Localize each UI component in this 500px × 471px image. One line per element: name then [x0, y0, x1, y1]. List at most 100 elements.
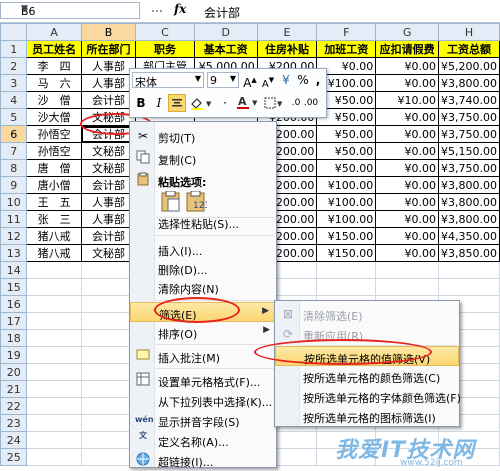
cell[interactable]: ¥50.00: [316, 142, 377, 160]
cell[interactable]: 唐小僧: [26, 176, 82, 194]
cell[interactable]: ¥100.00: [316, 193, 377, 211]
cell[interactable]: [80, 295, 137, 313]
cell[interactable]: 张 三: [26, 210, 82, 228]
cell[interactable]: 基本工资: [193, 40, 258, 58]
cell[interactable]: 孙悟空: [26, 142, 82, 160]
column-header[interactable]: F: [316, 23, 377, 41]
cell[interactable]: [316, 261, 377, 279]
row-header[interactable]: 23: [0, 414, 28, 432]
name-box[interactable]: B6 ▼: [0, 2, 140, 19]
menu-item-pick-list[interactable]: 从下拉列表中选择(K)...: [130, 390, 276, 410]
submenu-item-filter-by-font-color[interactable]: 按所选单元格的字体颜色筛选(F): [275, 386, 461, 406]
cell[interactable]: 王 五: [26, 193, 82, 211]
row-header[interactable]: 14: [0, 261, 28, 279]
cell[interactable]: 住房补贴: [256, 40, 318, 58]
cell[interactable]: 唐 僧: [26, 159, 82, 177]
submenu-item-clear-filter[interactable]: ⊠ 清除筛选(E): [275, 304, 459, 324]
column-header[interactable]: D: [193, 23, 258, 41]
cell[interactable]: ¥0.00: [375, 244, 439, 262]
cell[interactable]: ¥0.00: [375, 108, 439, 126]
cell[interactable]: 应扣请假费: [375, 40, 439, 58]
cell[interactable]: [26, 329, 82, 347]
column-header[interactable]: C: [135, 23, 195, 41]
cell[interactable]: [80, 380, 137, 398]
cell[interactable]: [80, 346, 137, 364]
cell[interactable]: ¥50.00: [316, 125, 377, 143]
cell[interactable]: 人事部: [80, 74, 137, 92]
row-header[interactable]: 21: [0, 380, 28, 398]
cell[interactable]: [26, 431, 82, 449]
cell[interactable]: 人事部: [80, 57, 137, 75]
cell[interactable]: ¥0.00: [375, 125, 439, 143]
cell[interactable]: 工资总额: [437, 40, 500, 58]
borders-icon[interactable]: ▼: [262, 94, 286, 112]
comma-style-icon[interactable]: ,: [309, 71, 327, 89]
cell[interactable]: [26, 414, 82, 432]
center-align-icon[interactable]: [168, 94, 186, 112]
font-size-box[interactable]: 9 ▼: [207, 72, 239, 88]
cell[interactable]: [26, 278, 82, 296]
cell[interactable]: ¥150.00: [316, 244, 377, 262]
cell[interactable]: [80, 414, 137, 432]
cell[interactable]: ¥5,200.00: [437, 57, 500, 75]
menu-item-format-cells[interactable]: 设置单元格格式(F)...: [130, 370, 276, 390]
cell[interactable]: 文秘部: [80, 159, 137, 177]
cell[interactable]: ¥3,750.00: [437, 159, 500, 177]
cell[interactable]: [316, 278, 377, 296]
cell[interactable]: [26, 346, 82, 364]
cell[interactable]: [80, 261, 137, 279]
menu-item-hyperlink[interactable]: 超链接(I)...: [130, 450, 276, 470]
cell[interactable]: 会计部: [80, 176, 137, 194]
menu-item-delete[interactable]: 删除(D)...: [130, 258, 276, 278]
row-header[interactable]: 9: [0, 176, 28, 194]
cell[interactable]: 猪八戒: [26, 244, 82, 262]
chevron-down-icon[interactable]: ▼: [230, 74, 236, 83]
cell[interactable]: [437, 261, 500, 279]
row-header[interactable]: 8: [0, 159, 28, 177]
cell[interactable]: ¥100.00: [316, 210, 377, 228]
row-header[interactable]: 6: [0, 125, 28, 143]
row-header[interactable]: 11: [0, 210, 28, 228]
decrease-decimal-icon[interactable]: .00: [302, 94, 320, 112]
cell[interactable]: [80, 278, 137, 296]
cell[interactable]: ¥3,850.00: [437, 244, 500, 262]
cell[interactable]: 人事部: [80, 193, 137, 211]
row-header[interactable]: 25: [0, 448, 28, 466]
cell[interactable]: 沙大僧: [26, 108, 82, 126]
cell[interactable]: [80, 431, 137, 449]
row-header[interactable]: 13: [0, 244, 28, 262]
row-header[interactable]: 12: [0, 227, 28, 245]
cell[interactable]: [26, 380, 82, 398]
cell[interactable]: 加班工资: [316, 40, 377, 58]
menu-item-cut[interactable]: ✂ 剪切(T): [130, 126, 276, 146]
cell[interactable]: ¥0.00: [375, 74, 439, 92]
cell[interactable]: ¥0.00: [375, 227, 439, 245]
row-header[interactable]: 2: [0, 57, 28, 75]
cell[interactable]: 文秘部: [80, 142, 137, 160]
menu-item-clear[interactable]: 清除内容(N): [130, 277, 276, 297]
column-header[interactable]: B: [80, 23, 137, 41]
cell[interactable]: ¥3,800.00: [437, 210, 500, 228]
column-header[interactable]: H: [437, 23, 500, 41]
menu-item-sort[interactable]: 排序(O) ▶: [130, 322, 276, 342]
cell[interactable]: ¥3,800.00: [437, 193, 500, 211]
select-all-corner[interactable]: [0, 23, 28, 41]
cell[interactable]: 会计部: [80, 91, 137, 109]
cell[interactable]: ¥100.00: [316, 176, 377, 194]
submenu-item-filter-by-icon[interactable]: 按所选单元格的图标筛选(I): [275, 406, 459, 426]
cell[interactable]: ¥3,740.00: [437, 91, 500, 109]
cell[interactable]: ¥10.00: [375, 91, 439, 109]
cell[interactable]: [26, 312, 82, 330]
cell[interactable]: ¥0.00: [375, 210, 439, 228]
cell[interactable]: [26, 295, 82, 313]
cell[interactable]: ¥5,150.00: [437, 142, 500, 160]
row-header[interactable]: 5: [0, 108, 28, 126]
font-color-icon[interactable]: A ▼: [234, 94, 260, 112]
cell[interactable]: [375, 261, 439, 279]
increase-font-icon[interactable]: A▲: [241, 71, 259, 90]
cell[interactable]: [375, 278, 439, 296]
cell[interactable]: [437, 278, 500, 296]
cell[interactable]: [26, 363, 82, 381]
cell[interactable]: 会计部: [80, 227, 137, 245]
cell[interactable]: ¥0.00: [375, 193, 439, 211]
